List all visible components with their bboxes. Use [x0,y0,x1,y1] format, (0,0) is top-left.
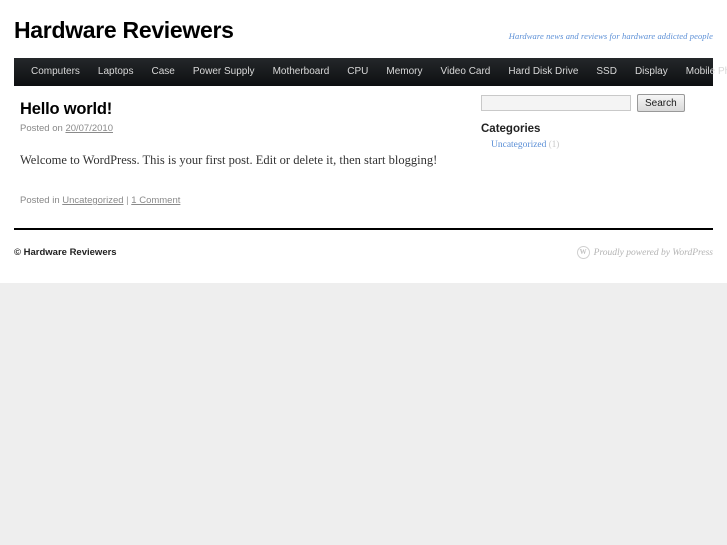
nav-link-laptops[interactable]: Laptops [89,58,143,86]
site-tagline: Hardware news and reviews for hardware a… [508,31,713,41]
site-footer: © Hardware Reviewers W Proudly powered b… [14,243,713,267]
nav-item-mobile-phones[interactable]: Mobile Phones [677,58,727,86]
nav-item-display[interactable]: Display [626,58,677,86]
footer-generator-label[interactable]: Proudly powered by WordPress [594,248,713,258]
site-header: Hardware Reviewers Hardware news and rev… [0,0,727,58]
post-date-meta: Posted on 20/07/2010 [20,123,450,134]
nav-link-ssd[interactable]: SSD [587,58,626,86]
nav-link-video-card[interactable]: Video Card [432,58,500,86]
search-input[interactable] [481,95,631,111]
nav-item-hard-disk-drive[interactable]: Hard Disk Drive [499,58,587,86]
sidebar: Search Categories Uncategorized (1) [471,86,712,163]
nav-item-memory[interactable]: Memory [377,58,431,86]
category-link-uncategorized[interactable]: Uncategorized [491,140,546,150]
nav-link-power-supply[interactable]: Power Supply [184,58,264,86]
page-wrapper: Hardware Reviewers Hardware news and rev… [0,0,727,283]
search-widget: Search [471,86,712,121]
post-body: Welcome to WordPress. This is your first… [20,153,438,168]
post-comments-link[interactable]: 1 Comment [131,195,180,206]
footer-copyright[interactable]: © Hardware Reviewers [14,247,117,258]
main-navigation: Computers Laptops Case Power Supply Moth… [14,58,727,86]
category-count: (1) [548,139,560,149]
categories-widget-title: Categories [481,123,541,135]
post-category-link[interactable]: Uncategorized [62,195,123,206]
posted-on-label: Posted on [20,123,63,135]
categories-widget: Categories Uncategorized (1) [471,121,712,163]
nav-link-hard-disk-drive[interactable]: Hard Disk Drive [499,58,587,86]
meta-separator: | [126,194,129,206]
search-button[interactable]: Search [637,94,685,112]
nav-item-laptops[interactable]: Laptops [89,58,143,86]
nav-item-cpu[interactable]: CPU [338,58,377,86]
post-article: Hello world! Posted on 20/07/2010 Welcom… [20,100,450,206]
posted-in-label: Posted in [20,194,60,206]
nav-link-computers[interactable]: Computers [22,58,89,86]
nav-list: Computers Laptops Case Power Supply Moth… [14,58,727,86]
list-item: Uncategorized (1) [491,138,702,152]
post-utility-meta: Posted in Uncategorized | 1 Comment [20,195,450,206]
nav-link-display[interactable]: Display [626,58,677,86]
nav-item-motherboard[interactable]: Motherboard [264,58,339,86]
nav-link-mobile-phones[interactable]: Mobile Phones [677,58,727,86]
nav-item-power-supply[interactable]: Power Supply [184,58,264,86]
nav-link-cpu[interactable]: CPU [338,58,377,86]
footer-divider [14,228,713,230]
post-date-link[interactable]: 20/07/2010 [65,123,113,134]
nav-link-memory[interactable]: Memory [377,58,431,86]
nav-link-motherboard[interactable]: Motherboard [264,58,339,86]
content-column: Hello world! Posted on 20/07/2010 Welcom… [14,86,466,225]
nav-item-computers[interactable]: Computers [22,58,89,86]
nav-link-case[interactable]: Case [143,58,184,86]
main-region: Hello world! Posted on 20/07/2010 Welcom… [0,86,727,226]
nav-item-ssd[interactable]: SSD [587,58,626,86]
post-title[interactable]: Hello world! [20,100,450,118]
nav-item-case[interactable]: Case [143,58,184,86]
categories-list: Uncategorized (1) [481,138,702,152]
footer-generator[interactable]: W Proudly powered by WordPress [576,246,713,259]
search-form: Search [481,94,702,112]
wordpress-icon: W [576,246,590,259]
nav-item-video-card[interactable]: Video Card [432,58,500,86]
site-title[interactable]: Hardware Reviewers [14,19,234,42]
